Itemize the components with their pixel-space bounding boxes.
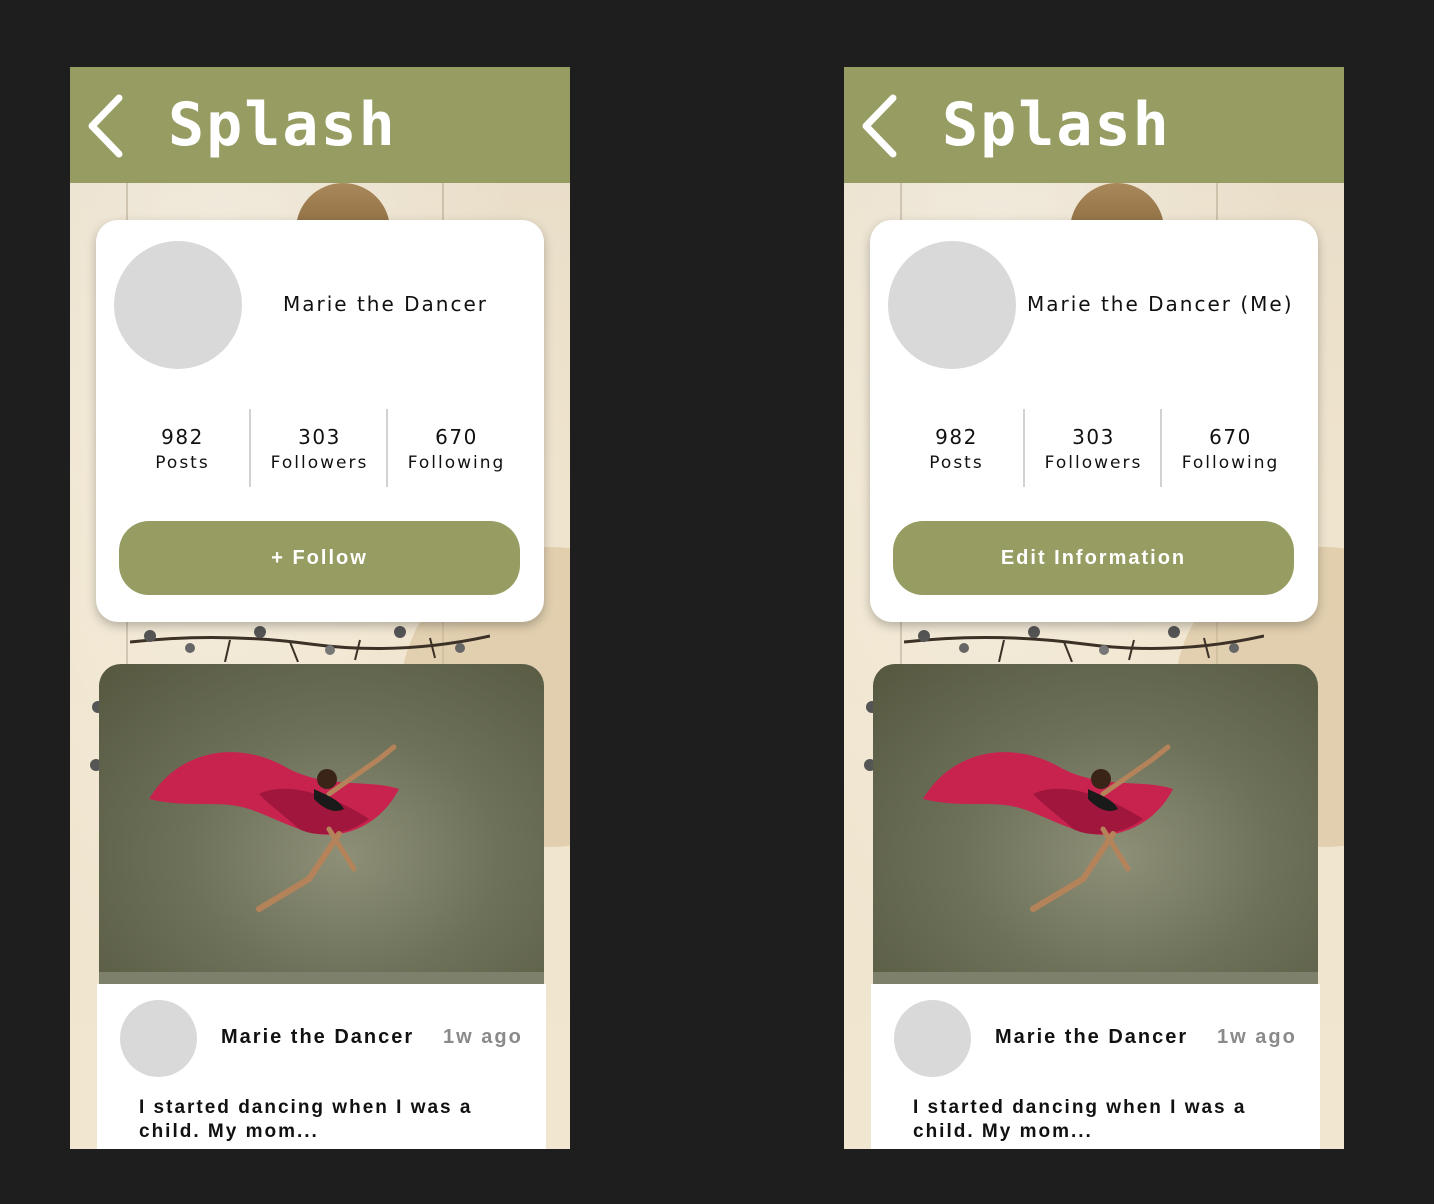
background-branch-illustration (904, 626, 1264, 662)
stat-label: Posts (155, 453, 210, 473)
avatar[interactable] (114, 241, 242, 369)
stat-value: 670 (435, 425, 478, 449)
post-author[interactable]: Marie the Dancer (221, 1026, 414, 1049)
post-card[interactable]: Marie the Dancer 1w ago I started dancin… (871, 664, 1320, 1149)
profile-name: Marie the Dancer (283, 292, 488, 316)
stat-value: 303 (1072, 425, 1115, 449)
app-header: Splash (844, 67, 1344, 183)
post-image[interactable] (873, 664, 1318, 984)
post-timestamp: 1w ago (1217, 1026, 1297, 1048)
stat-label: Followers (1044, 453, 1143, 473)
profile-card: Marie the Dancer (Me) 982 Posts 303 Foll… (870, 220, 1318, 622)
stat-followers[interactable]: 303 Followers (251, 424, 388, 476)
app-title: Splash (168, 90, 397, 160)
stat-following[interactable]: 670 Following (388, 424, 525, 476)
avatar[interactable] (888, 241, 1016, 369)
app-title: Splash (942, 90, 1171, 160)
floor-strip (873, 972, 1318, 984)
stat-following[interactable]: 670 Following (1162, 424, 1299, 476)
dancer-photo (923, 744, 1173, 912)
stat-label: Following (1181, 453, 1280, 473)
floor-strip (99, 972, 544, 984)
chevron-left-icon[interactable] (86, 93, 126, 159)
profile-screen-owner: Splash Marie the Dancer (Me) 982 Posts 3… (844, 67, 1344, 1149)
stat-posts[interactable]: 982 Posts (114, 424, 251, 476)
edit-information-button[interactable]: Edit Information (893, 521, 1294, 595)
app-header: Splash (70, 67, 570, 183)
profile-screen-visitor: Splash Marie the Dancer 982 Posts 303 Fo… (70, 67, 570, 1149)
avatar[interactable] (120, 1000, 197, 1077)
stat-label: Posts (929, 453, 984, 473)
profile-name: Marie the Dancer (Me) (1027, 292, 1294, 316)
profile-card: Marie the Dancer 982 Posts 303 Followers… (96, 220, 544, 622)
post-body: Marie the Dancer 1w ago I started dancin… (97, 984, 546, 1149)
chevron-left-icon[interactable] (860, 93, 900, 159)
post-body: Marie the Dancer 1w ago I started dancin… (871, 984, 1320, 1149)
stat-posts[interactable]: 982 Posts (888, 424, 1025, 476)
stat-label: Following (407, 453, 506, 473)
post-caption: I started dancing when I was a child. My… (139, 1097, 473, 1142)
post-image[interactable] (99, 664, 544, 984)
stat-followers[interactable]: 303 Followers (1025, 424, 1162, 476)
post-author[interactable]: Marie the Dancer (995, 1026, 1188, 1049)
stat-value: 982 (161, 425, 204, 449)
avatar[interactable] (894, 1000, 971, 1077)
post-caption: I started dancing when I was a child. My… (913, 1097, 1247, 1142)
stat-label: Followers (270, 453, 369, 473)
follow-button[interactable]: + Follow (119, 521, 520, 595)
post-timestamp: 1w ago (443, 1026, 523, 1048)
stat-value: 303 (298, 425, 341, 449)
post-card[interactable]: Marie the Dancer 1w ago I started dancin… (97, 664, 546, 1149)
dancer-photo (149, 744, 399, 912)
stat-value: 982 (935, 425, 978, 449)
stat-value: 670 (1209, 425, 1252, 449)
background-branch-illustration (130, 626, 490, 662)
